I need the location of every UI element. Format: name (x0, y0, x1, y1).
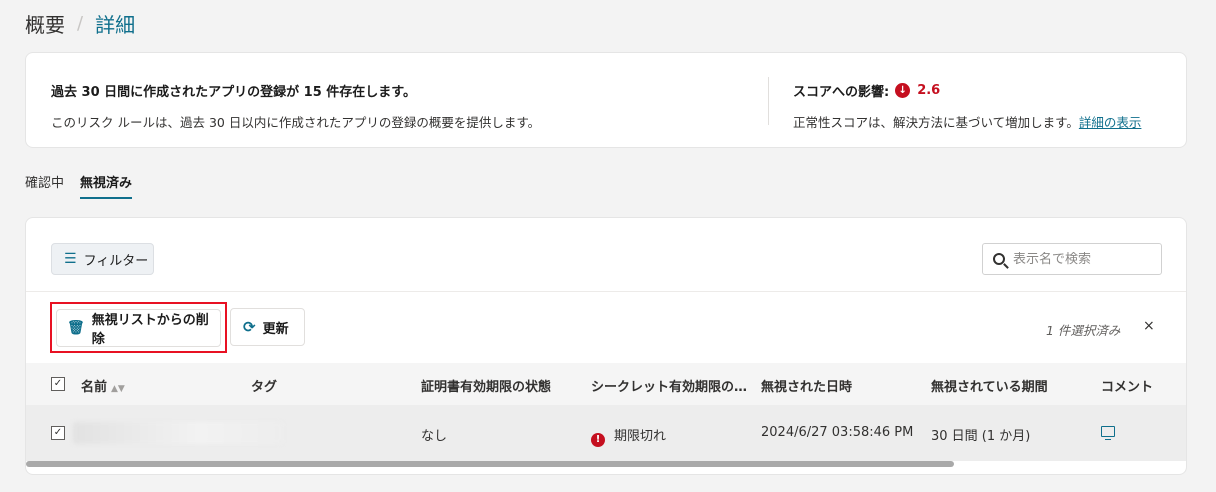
column-ignored-period: 無視されている期間 (931, 380, 1048, 395)
breadcrumb-separator: / (77, 13, 84, 34)
filter-button[interactable]: ☰ フィルター (51, 243, 154, 275)
selected-count: 1 件選択済み (1046, 323, 1121, 338)
row-ignored-at: 2024/6/27 03:58:46 PM (761, 425, 914, 440)
search-box[interactable] (982, 243, 1162, 275)
summary-right: スコアへの影響: ↓ 2.6 正常性スコアは、解決方法に基づいて増加します。詳細… (793, 81, 1141, 131)
column-tag: タグ (251, 380, 278, 395)
tab-ignored[interactable]: 無視済み (80, 172, 133, 199)
row-ignored-period: 30 日間 (1 か月) (931, 429, 1031, 444)
row-checkbox[interactable]: ✓ (51, 426, 65, 440)
table-row[interactable]: ✓ なし ! 期限切れ 2024/6/27 03:58:46 PM 30 日間 (… (26, 405, 1186, 461)
tab-reviewing[interactable]: 確認中 (25, 172, 64, 199)
breadcrumb: 概要 / 詳細 (25, 9, 135, 38)
row-secret-status-text: 期限切れ (614, 429, 667, 444)
row-cert-status: なし (421, 429, 448, 444)
row-name-redacted (73, 422, 283, 444)
arrow-down-icon: ↓ (895, 83, 911, 98)
ignored-list-panel: ☰ フィルター 🗑 無視リストからの削除 ⟳ 更新 1 件選択済み × ✓ 名前… (25, 217, 1187, 475)
remove-label: 無視リストからの削除 (91, 313, 209, 347)
refresh-icon: ⟳ (243, 318, 256, 336)
column-name[interactable]: 名前 ▲▼ (81, 376, 125, 395)
column-name-label: 名前 (81, 380, 108, 395)
search-icon (993, 253, 1005, 265)
comment-icon[interactable] (1101, 426, 1115, 440)
score-impact: スコアへの影響: ↓ 2.6 (793, 81, 1141, 100)
toolbar-divider (26, 291, 1186, 292)
column-comment: コメント (1101, 380, 1154, 395)
score-impact-label: スコアへの影響: (793, 85, 890, 100)
breadcrumb-overview[interactable]: 概要 (25, 9, 65, 38)
summary-divider (768, 77, 769, 125)
column-cert-status: 証明書有効期限の状態 (421, 380, 552, 395)
breadcrumb-current: 詳細 (95, 13, 136, 37)
sliders-icon: ☰ (64, 251, 77, 267)
select-all-checkbox[interactable]: ✓ (51, 377, 65, 391)
refresh-button[interactable]: ⟳ 更新 (230, 308, 305, 346)
summary-left: 過去 30 日間に作成されたアプリの登録が 15 件存在します。 このリスク ル… (51, 81, 540, 131)
score-impact-value: 2.6 (917, 83, 941, 98)
summary-description: このリスク ルールは、過去 30 日以内に作成されたアプリの登録の概要を提供しま… (51, 115, 541, 130)
sort-icon[interactable]: ▲▼ (111, 384, 125, 394)
table-header: ✓ 名前 ▲▼ タグ 証明書有効期限の状態 シークレット有効期限の… 無視された日… (26, 363, 1186, 405)
search-input[interactable] (1013, 251, 1153, 267)
status-tabs: 確認中 無視済み (25, 172, 148, 199)
remove-from-ignore-list-button[interactable]: 🗑 無視リストからの削除 (56, 309, 221, 347)
trash-icon: 🗑 (67, 320, 85, 336)
refresh-label: 更新 (262, 321, 289, 337)
details-link[interactable]: 詳細の表示 (1079, 115, 1142, 130)
summary-title: 過去 30 日間に作成されたアプリの登録が 15 件存在します。 (51, 85, 416, 100)
horizontal-scrollbar[interactable] (26, 461, 954, 467)
score-impact-description: 正常性スコアは、解決方法に基づいて増加します。詳細の表示 (793, 112, 1141, 131)
summary-card: 過去 30 日間に作成されたアプリの登録が 15 件存在します。 このリスク ル… (25, 52, 1187, 148)
clear-selection-icon[interactable]: × (1143, 318, 1155, 334)
score-impact-text: 正常性スコアは、解決方法に基づいて増加します。 (793, 115, 1079, 130)
row-secret-status: ! 期限切れ (591, 425, 666, 447)
error-icon: ! (591, 432, 605, 447)
column-ignored-at: 無視された日時 (761, 380, 853, 395)
column-secret-status: シークレット有効期限の… (591, 380, 748, 395)
filter-label: フィルター (83, 253, 149, 269)
